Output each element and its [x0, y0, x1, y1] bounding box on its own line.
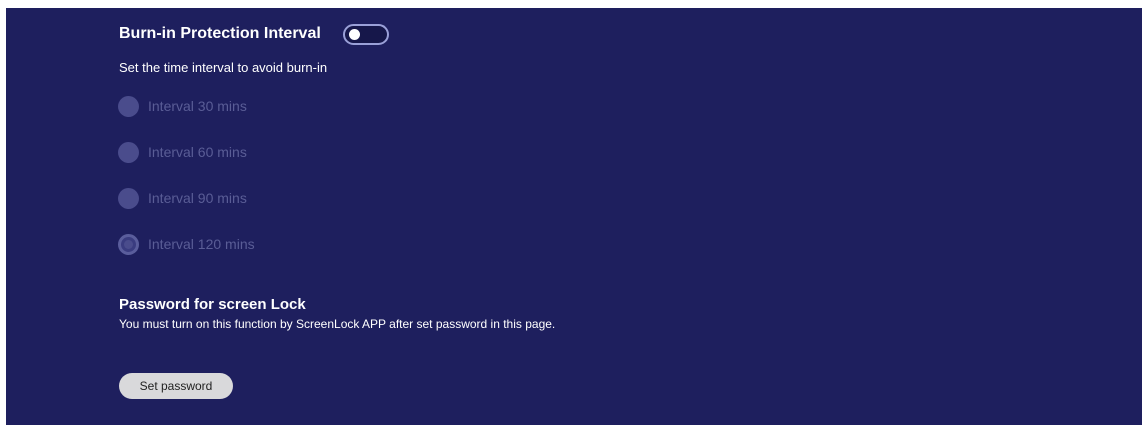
password-section-title: Password for screen Lock	[119, 296, 306, 313]
radio-label: Interval 30 mins	[148, 98, 247, 114]
radio-button-selected[interactable]	[118, 233, 139, 255]
burn-in-title: Burn-in Protection Interval	[119, 25, 321, 42]
radio-button[interactable]	[118, 95, 139, 117]
burn-in-subtitle: Set the time interval to avoid burn-in	[119, 60, 328, 75]
radio-option-120[interactable]: Interval 120 mins	[118, 232, 255, 256]
radio-option-60[interactable]: Interval 60 mins	[118, 140, 247, 164]
radio-label: Interval 60 mins	[148, 144, 247, 160]
burn-in-toggle[interactable]	[342, 23, 389, 45]
radio-label: Interval 120 mins	[148, 236, 255, 252]
radio-label: Interval 90 mins	[148, 190, 247, 206]
set-password-button[interactable]: Set password	[119, 373, 233, 399]
radio-option-30[interactable]: Interval 30 mins	[118, 94, 247, 118]
radio-button[interactable]	[118, 187, 139, 209]
password-description: You must turn on this function by Screen…	[119, 317, 556, 331]
settings-panel: Burn-in Protection Interval Set the time…	[6, 8, 1142, 425]
radio-option-90[interactable]: Interval 90 mins	[118, 186, 247, 210]
radio-button[interactable]	[118, 141, 139, 163]
toggle-knob	[348, 28, 360, 40]
burn-in-header: Burn-in Protection Interval	[119, 22, 389, 46]
